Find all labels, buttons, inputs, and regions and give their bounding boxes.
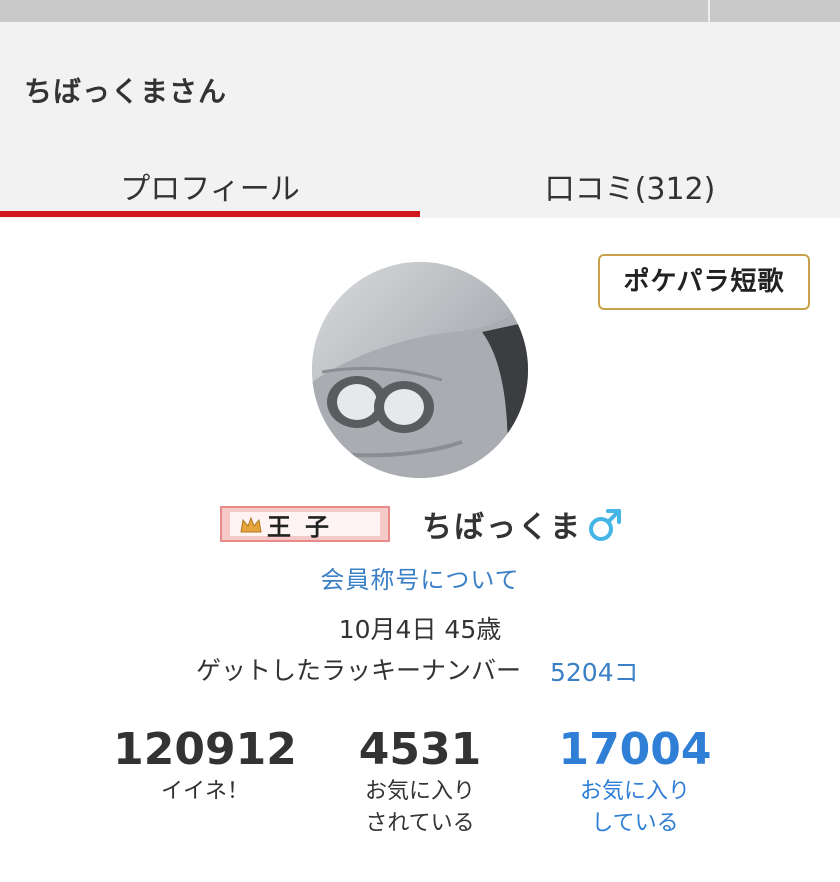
favorited-by-count: 4531: [358, 724, 482, 775]
favorited-by-label-line2: されている: [365, 811, 475, 836]
avatar[interactable]: [312, 262, 528, 478]
lucky-number-label: ゲットしたラッキーナンバー: [196, 656, 522, 685]
active-tab-indicator: [0, 211, 420, 217]
rank-badge-label: 王子: [267, 512, 343, 541]
crown-icon: [240, 516, 262, 533]
lucky-number-value[interactable]: 5204コ: [550, 653, 639, 689]
favorited-by-label-line1: お気に入り: [364, 779, 475, 804]
stat-favorited-by[interactable]: 4531 お気に入り されている: [330, 724, 510, 840]
likes-count: 120912: [113, 724, 297, 775]
avatar-car-image: [312, 262, 528, 478]
likes-label: イイネ！: [160, 779, 249, 804]
tab-reviews-label: 口コミ(312): [544, 172, 716, 207]
favorites-count: 17004: [558, 724, 712, 775]
page-title: ちばっくまさん: [24, 75, 228, 108]
tanka-button[interactable]: ポケパラ短歌: [598, 254, 810, 310]
birthday-age: 10月4日 45歳: [338, 615, 502, 644]
male-symbol-icon: [589, 509, 621, 541]
top-divider: [708, 0, 710, 22]
profile-header: ちばっくまさん プロフィール 口コミ(312): [0, 22, 840, 218]
user-name: ちばっくま: [422, 510, 582, 545]
member-title-link[interactable]: 会員称号について: [0, 560, 840, 595]
favorites-label-line1: お気に入り: [579, 779, 690, 804]
status-bar: [0, 0, 840, 22]
tab-profile-label: プロフィール: [120, 172, 300, 207]
stat-favorites[interactable]: 17004 お気に入り している: [545, 724, 725, 840]
stat-likes: 120912 イイネ！: [110, 724, 300, 808]
rank-badge: 王子: [220, 506, 390, 542]
tab-profile[interactable]: プロフィール: [0, 162, 420, 218]
tab-reviews[interactable]: 口コミ(312): [420, 162, 840, 218]
favorites-label-line2: している: [591, 811, 679, 836]
